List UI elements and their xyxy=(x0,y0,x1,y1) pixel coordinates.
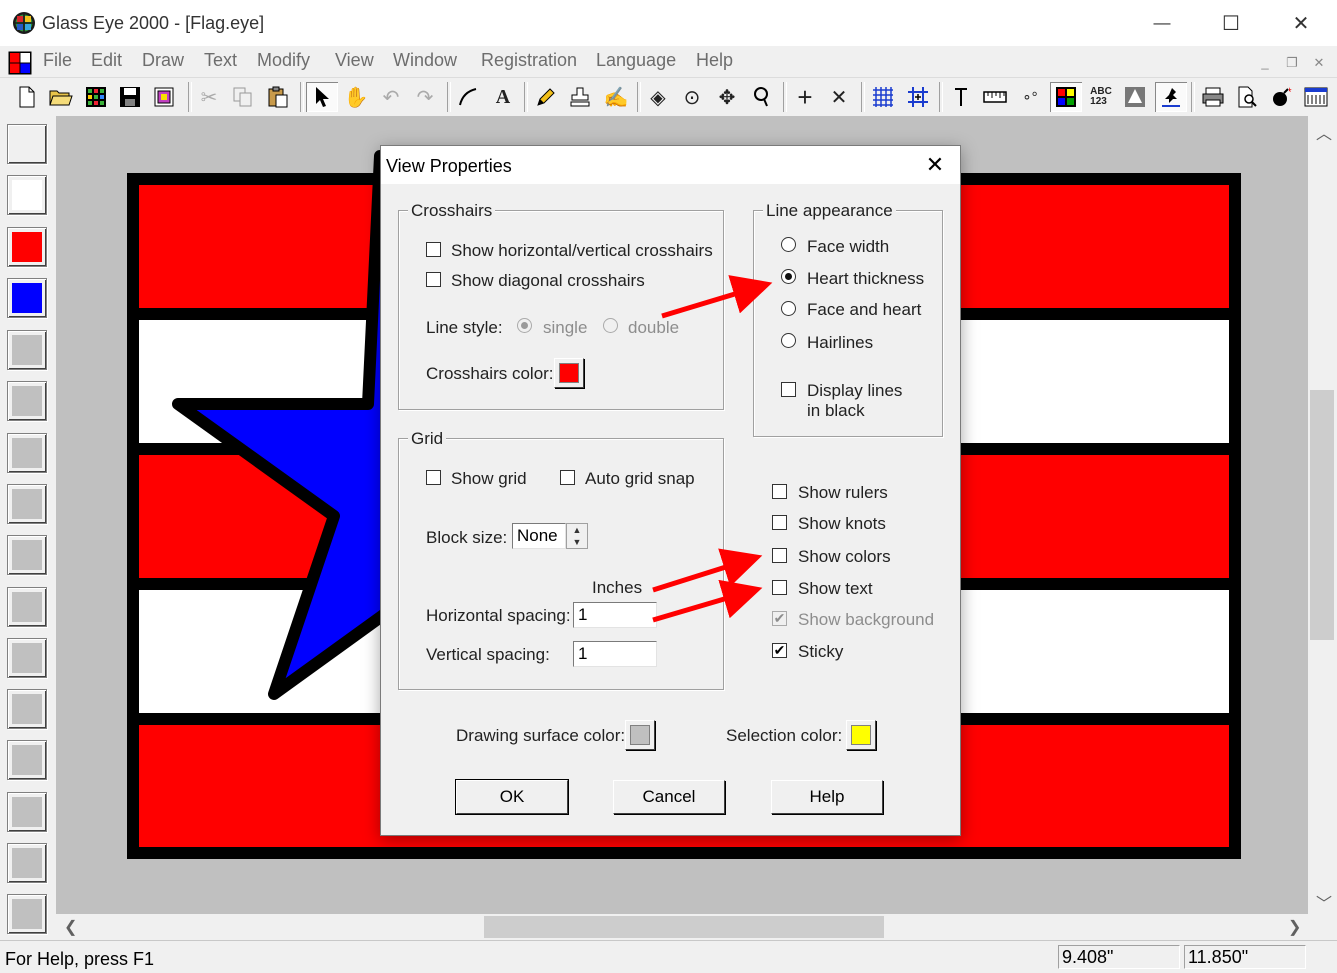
annotation-arrow-heart-thickness xyxy=(661,275,773,319)
annotation-arrow-show-colors xyxy=(652,548,763,593)
annotation-arrows xyxy=(652,275,773,623)
annotation-arrow-show-text xyxy=(652,579,763,623)
